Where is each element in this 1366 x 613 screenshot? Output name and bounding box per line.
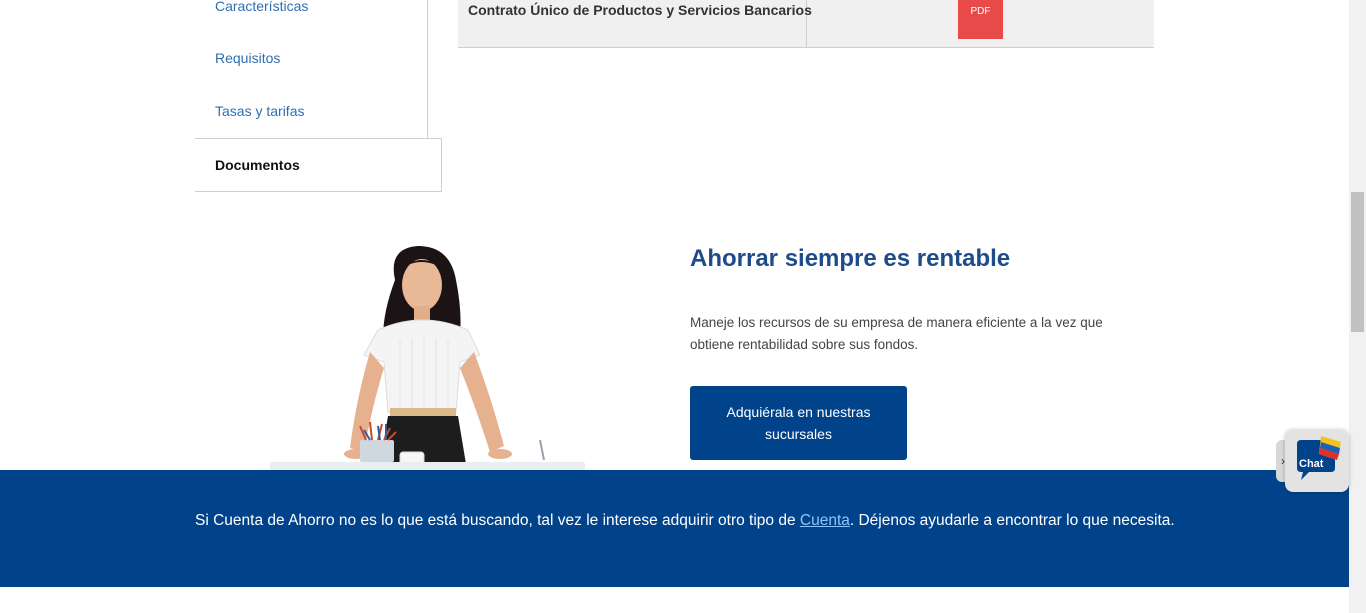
pdf-download-button[interactable]: PDF [958,0,1003,39]
acquire-at-branches-button[interactable]: Adquiérala en nuestras sucursales [690,386,907,460]
other-accounts-banner: Si Cuenta de Ahorro no es lo que está bu… [0,470,1349,587]
chat-bubble-icon: Chat [1297,436,1341,480]
desk [270,462,585,470]
cuenta-link[interactable]: Cuenta [800,512,850,529]
nav-item-requisitos[interactable]: Requisitos [215,50,280,66]
nav-item-documentos[interactable]: Documentos [195,138,442,192]
document-name: Contrato Único de Productos y Servicios … [468,2,812,18]
woman-at-desk-image [344,246,545,467]
documents-table: Contrato Único de Productos y Servicios … [458,0,1154,48]
scrollbar-thumb[interactable] [1351,192,1364,332]
promo-description: Maneje los recursos de su empresa de man… [690,315,1103,352]
table-row: Contrato Único de Productos y Servicios … [458,0,812,47]
banner-text-after: . Déjenos ayudarle a encontrar lo que ne… [849,512,1175,529]
chat-label: Chat [1299,458,1324,470]
section-nav: Características Requisitos Tasas y tarif… [195,0,442,192]
chat-widget-button[interactable]: Chat [1285,430,1349,492]
banner-text: Si Cuenta de Ahorro no es lo que está bu… [195,508,1175,533]
nav-divider [427,0,428,138]
nav-item-documentos-label: Documentos [215,157,300,173]
promo-title: Ahorrar siempre es rentable [690,245,1011,272]
banner-text-before: Si Cuenta de Ahorro no es lo que está bu… [195,512,800,529]
promo-illustration [260,240,590,470]
acquire-button-label: Adquiérala en nuestras sucursales [726,404,871,442]
nav-item-tasas-tarifas[interactable]: Tasas y tarifas [215,103,304,119]
nav-item-caracteristicas[interactable]: Características [215,0,308,14]
